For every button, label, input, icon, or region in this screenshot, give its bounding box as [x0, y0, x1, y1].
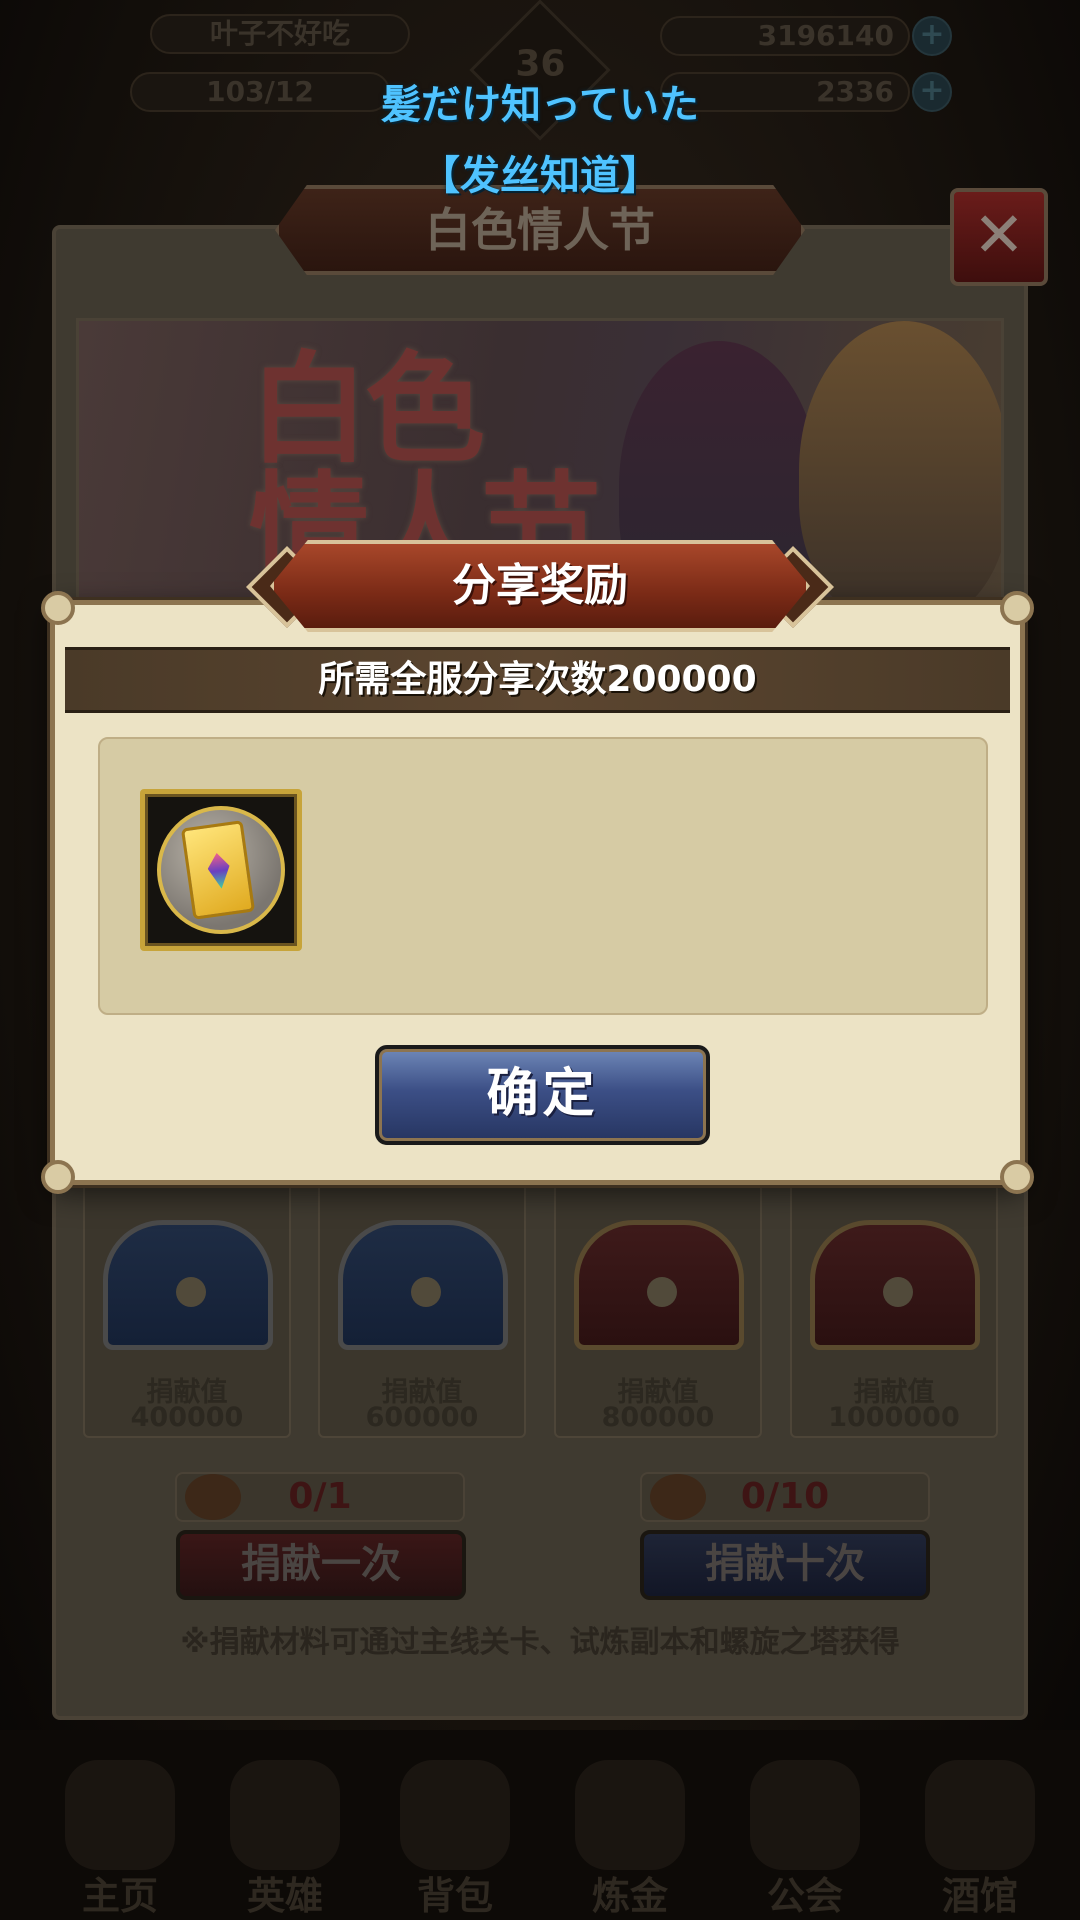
nav-guild[interactable]: 公会 — [730, 1730, 880, 1920]
subtitle-cn: 【发丝知道】 — [420, 153, 660, 199]
dialog-title: 分享奖励 — [270, 540, 810, 632]
ticket-scroll-icon[interactable] — [140, 789, 302, 951]
player-name-bar: 叶子不好吃 — [150, 14, 410, 54]
alchemy-icon — [575, 1760, 685, 1870]
donate-ten-button[interactable]: 捐献十次 — [640, 1530, 930, 1600]
add-gold-button[interactable]: + — [912, 16, 952, 56]
bag-icon — [400, 1760, 510, 1870]
corner-ornament — [41, 1160, 75, 1194]
chest-card-1[interactable]: 捐献值 400000 — [83, 1183, 291, 1438]
nav-label: 炼金 — [591, 1874, 668, 1918]
nav-bag[interactable]: 背包 — [380, 1730, 530, 1920]
nav-home[interactable]: 主页 — [45, 1730, 195, 1920]
confirm-button[interactable]: 确定 — [375, 1045, 710, 1145]
chest-icon — [338, 1220, 508, 1350]
chest-value: 800000 — [601, 1402, 715, 1433]
close-button[interactable]: ✕ — [950, 188, 1048, 286]
home-icon — [65, 1760, 175, 1870]
gold-bar: 3196140 — [660, 16, 910, 56]
share-requirement: 所需全服分享次数200000 — [65, 647, 1010, 713]
reward-area — [98, 737, 988, 1015]
hero-icon — [230, 1760, 340, 1870]
nav-label: 英雄 — [246, 1874, 323, 1918]
nav-label: 背包 — [416, 1874, 493, 1918]
nav-label: 公会 — [766, 1874, 843, 1918]
donate-counter-ten: 0/10 — [640, 1472, 930, 1522]
subtitle-jp: 髪だけ知っていた — [381, 82, 699, 128]
bottom-nav: 主页 英雄 背包 炼金 公会 酒馆 — [0, 1730, 1080, 1920]
corner-ornament — [1000, 591, 1034, 625]
chest-value: 1000000 — [828, 1402, 960, 1433]
nav-label: 主页 — [81, 1874, 158, 1918]
share-reward-dialog: 所需全服分享次数200000 确定 — [41, 591, 1034, 1194]
chest-value: 400000 — [130, 1402, 244, 1433]
chest-icon — [810, 1220, 980, 1350]
chest-card-3[interactable]: 捐献值 800000 — [554, 1183, 762, 1438]
chest-icon — [103, 1220, 273, 1350]
chest-card-4[interactable]: 捐献值 1000000 — [790, 1183, 998, 1438]
chest-icon — [574, 1220, 744, 1350]
guild-icon — [750, 1760, 860, 1870]
corner-ornament — [41, 591, 75, 625]
chest-value: 600000 — [365, 1402, 479, 1433]
donate-once-button[interactable]: 捐献一次 — [176, 1530, 466, 1600]
nav-alchemy[interactable]: 炼金 — [555, 1730, 705, 1920]
nav-heroes[interactable]: 英雄 — [210, 1730, 360, 1920]
nav-label: 酒馆 — [941, 1874, 1018, 1918]
nav-tavern[interactable]: 酒馆 — [905, 1730, 1055, 1920]
counter-value: 0/1 — [288, 1476, 352, 1517]
donation-note: ※捐献材料可通过主线关卡、试炼副本和螺旋之塔获得 — [180, 1625, 900, 1660]
tavern-icon — [925, 1760, 1035, 1870]
corner-ornament — [1000, 1160, 1034, 1194]
chest-card-2[interactable]: 捐献值 600000 — [318, 1183, 526, 1438]
donate-counter-single: 0/1 — [175, 1472, 465, 1522]
counter-value: 0/10 — [740, 1476, 830, 1517]
character-portrait-blonde — [799, 321, 1001, 605]
